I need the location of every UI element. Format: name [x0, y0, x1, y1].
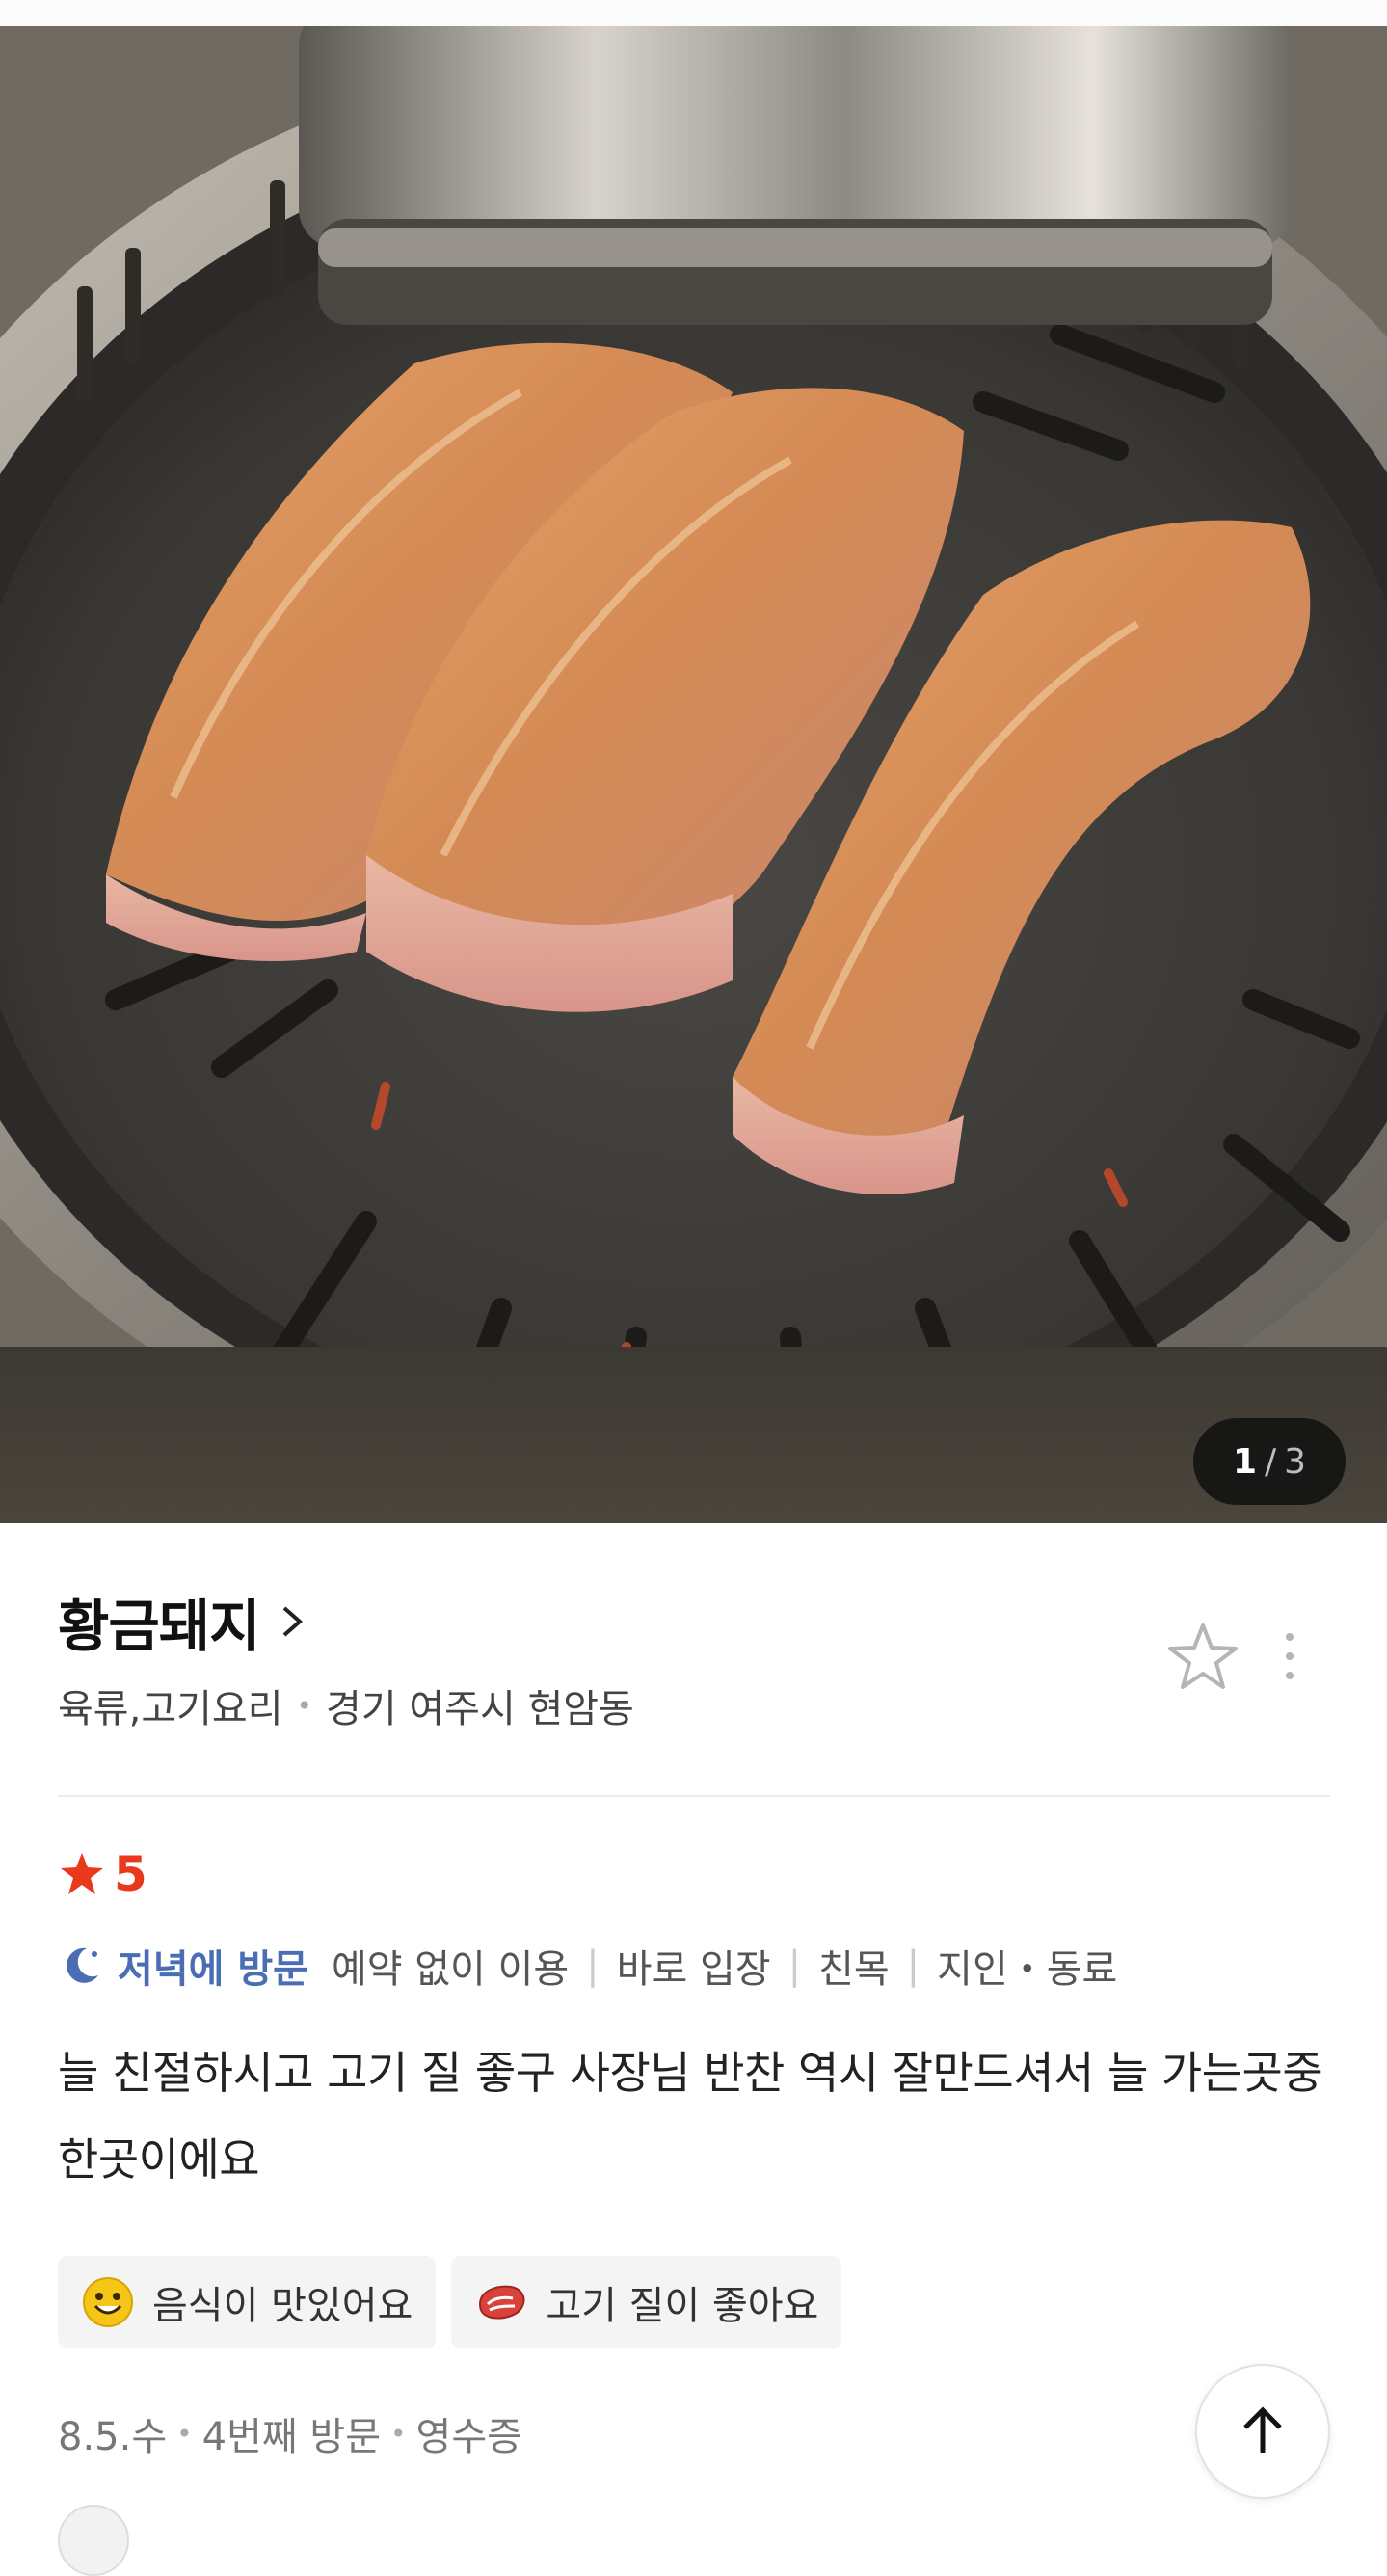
meta-dot-separator: • — [296, 1689, 313, 1722]
next-review-avatar — [58, 2505, 129, 2576]
smile-emoji-icon — [83, 2277, 133, 2327]
rating-value: 5 — [114, 1846, 147, 1902]
keyword-tag-label: 고기 질이 좋아요 — [546, 2284, 819, 2328]
photo-page-counter: 1 / 3 — [1193, 1418, 1346, 1505]
visit-tag: 예약 없이 이용 — [331, 1947, 570, 1992]
status-bar-strip — [0, 0, 1387, 26]
meta-dot-separator: • — [176, 2417, 193, 2450]
more-options-button[interactable] — [1261, 1620, 1319, 1693]
grilled-pork-belly-image — [0, 26, 1387, 1523]
meat-steak-icon — [479, 2285, 525, 2320]
keyword-tag[interactable]: 고기 질이 좋아요 — [451, 2256, 842, 2348]
star-filled-icon — [61, 1853, 103, 1894]
visit-tag-separator: | — [906, 1944, 920, 1988]
keyword-tags: 음식이 맛있어요 고기 질이 좋아요 — [58, 2256, 842, 2348]
review-rating: 5 — [58, 1846, 147, 1902]
visit-tag: 지인・동료 — [937, 1947, 1118, 1992]
place-location: 경기 여주시 현암동 — [326, 1687, 634, 1731]
place-name: 황금돼지 — [58, 1594, 260, 1659]
section-divider — [58, 1795, 1330, 1797]
visit-tag: 바로 입장 — [616, 1947, 771, 1992]
visit-count: 4번째 방문 — [201, 2415, 382, 2459]
arrow-up-icon — [1243, 2406, 1282, 2453]
review-footer-meta: 8.5.수 • 4번째 방문 • 영수증 — [58, 2405, 522, 2461]
review-date: 8.5.수 — [58, 2415, 168, 2459]
more-vertical-icon — [1286, 1633, 1294, 1679]
visit-time: 저녁에 방문 — [118, 1947, 308, 1992]
place-category: 육류,고기요리 — [58, 1687, 283, 1731]
meta-dot-separator: • — [390, 2417, 407, 2450]
keyword-tag-label: 음식이 맛있어요 — [152, 2284, 413, 2328]
total-photo-count: 3 — [1284, 1441, 1307, 1482]
place-name-link[interactable]: 황금돼지 — [58, 1581, 311, 1662]
visit-info: 저녁에 방문 예약 없이 이용 | 바로 입장 | 친목 | 지인・동료 — [58, 1938, 1117, 1994]
chevron-right-icon — [283, 1606, 304, 1637]
visit-tag-separator: | — [586, 1944, 600, 1988]
moon-icon — [67, 1947, 98, 1983]
verification-type: 영수증 — [415, 2415, 522, 2459]
visit-tag-separator: | — [787, 1944, 802, 1988]
current-photo-number: 1 — [1232, 1441, 1257, 1482]
place-meta: 육류,고기요리 • 경기 여주시 현암동 — [58, 1677, 634, 1733]
review-photo[interactable]: 1 / 3 — [0, 26, 1387, 1523]
counter-separator: / — [1265, 1441, 1277, 1482]
scroll-to-top-button[interactable] — [1195, 2364, 1330, 2499]
visit-tag: 친목 — [818, 1947, 890, 1992]
star-outline-icon — [1168, 1623, 1238, 1689]
favorite-button[interactable] — [1166, 1620, 1240, 1693]
review-text: 늘 친절하시고 고기 질 좋구 사장님 반찬 역시 잘만드셔서 늘 가는곳중 한… — [58, 2047, 1323, 2186]
keyword-tag[interactable]: 음식이 맛있어요 — [58, 2256, 437, 2348]
